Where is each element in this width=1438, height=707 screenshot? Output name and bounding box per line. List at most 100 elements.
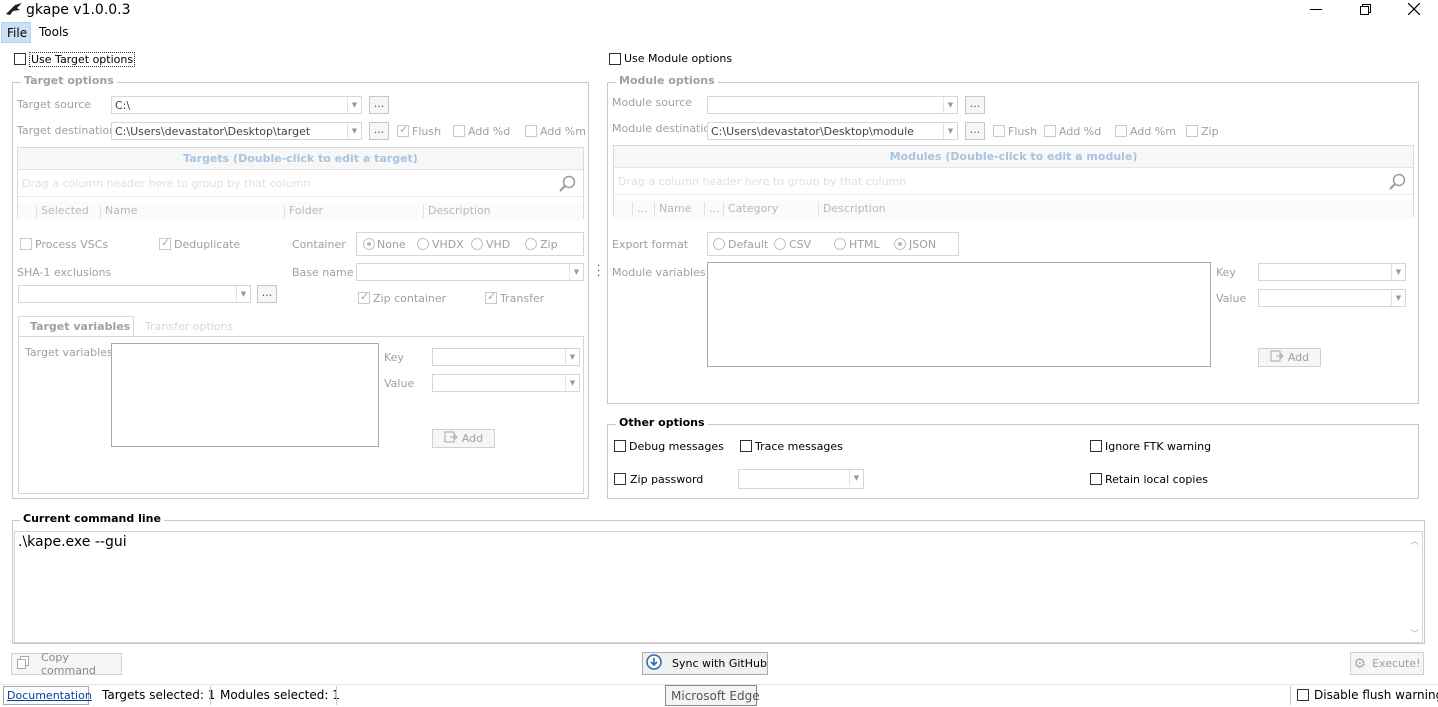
process-vscs-checkbox[interactable] — [20, 238, 32, 250]
chevron-down-icon: ▼ — [943, 97, 957, 113]
debug-messages-checkbox[interactable] — [614, 440, 626, 452]
status-separator — [336, 686, 337, 705]
other-options-title: Other options — [616, 416, 708, 429]
modules-grid-title: Modules (Double-click to edit a module) — [614, 146, 1413, 168]
target-destination-browse-button[interactable]: ... — [369, 122, 389, 140]
ignore-ftk-warning-label: Ignore FTK warning — [1105, 440, 1212, 453]
target-variables-list[interactable] — [111, 343, 379, 447]
chevron-down-icon: ▼ — [565, 375, 579, 391]
export-csv-radio[interactable] — [774, 238, 786, 250]
target-value-combo[interactable]: ▼ — [432, 374, 580, 392]
deduplicate-checkbox[interactable] — [159, 236, 171, 250]
modules-selected-status: Modules selected: 1 — [220, 688, 340, 702]
status-separator — [210, 686, 211, 705]
column-header[interactable]: Name — [100, 204, 286, 218]
search-icon[interactable] — [559, 175, 577, 196]
targets-grid[interactable]: Targets (Double-click to edit a target) … — [17, 147, 584, 220]
zip-password-checkbox[interactable] — [614, 473, 626, 485]
module-value-combo[interactable]: ▼ — [1258, 289, 1406, 307]
use-target-options-checkbox[interactable] — [14, 53, 26, 65]
column-header[interactable]: Name — [654, 202, 704, 216]
target-source-browse-button[interactable]: ... — [369, 96, 389, 114]
module-destination-browse-button[interactable]: ... — [965, 122, 985, 140]
execute-button[interactable]: ⚙ Execute! — [1350, 652, 1424, 675]
menu-tools[interactable]: Tools — [39, 25, 69, 39]
container-none-radio[interactable] — [363, 238, 375, 250]
use-module-options-checkbox[interactable] — [609, 53, 621, 65]
trace-messages-label: Trace messages — [755, 440, 843, 453]
restore-icon[interactable] — [1360, 4, 1371, 15]
column-header[interactable]: ... — [632, 202, 654, 216]
container-vhdx-radio[interactable] — [417, 238, 429, 250]
module-source-browse-button[interactable]: ... — [965, 96, 985, 114]
export-default-radio[interactable] — [713, 238, 725, 250]
sha1-browse-button[interactable]: ... — [257, 285, 277, 303]
column-header[interactable]: Folder — [284, 204, 424, 218]
modules-column-headers: ... Name ... Category Description — [614, 200, 1413, 218]
search-icon[interactable] — [1389, 173, 1407, 194]
export-json-radio[interactable] — [894, 238, 906, 250]
transfer-checkbox[interactable] — [485, 290, 497, 304]
tab-transfer-options[interactable]: Transfer options — [145, 320, 233, 333]
target-add-d-checkbox[interactable] — [453, 125, 465, 137]
splitter-handle-icon[interactable]: · · · — [597, 262, 600, 282]
module-options-title: Module options — [616, 74, 718, 87]
command-line-textbox[interactable]: .\kape.exe --gui ︿ ﹀ — [14, 531, 1423, 643]
module-key-combo[interactable]: ▼ — [1258, 263, 1406, 281]
target-key-combo[interactable]: ▼ — [432, 348, 580, 366]
scroll-up-icon[interactable]: ︿ — [1410, 534, 1419, 547]
trace-messages-checkbox[interactable] — [740, 440, 752, 452]
module-add-button[interactable]: Add — [1258, 348, 1321, 367]
module-variables-list[interactable] — [707, 262, 1211, 367]
container-label: Container — [292, 238, 346, 251]
copy-command-button[interactable]: Copy command — [11, 651, 122, 677]
zip-container-checkbox[interactable] — [358, 290, 370, 304]
copy-icon — [17, 656, 29, 672]
module-zip-checkbox[interactable] — [1186, 125, 1198, 137]
container-zip-radio[interactable] — [525, 238, 537, 250]
export-html-label: HTML — [849, 238, 880, 251]
target-value-label: Value — [384, 377, 415, 390]
gear-icon: ⚙ — [1353, 655, 1367, 672]
module-flush-checkbox[interactable] — [993, 125, 1005, 137]
column-header[interactable]: ... — [704, 202, 723, 216]
zip-password-combo[interactable]: ▼ — [738, 469, 864, 489]
column-header[interactable]: Selected — [36, 204, 100, 218]
ignore-ftk-warning-checkbox[interactable] — [1090, 440, 1102, 452]
column-header[interactable]: Description — [818, 202, 1398, 216]
sha1-exclusions-combo[interactable]: ▼ — [18, 285, 251, 303]
column-header[interactable]: Category — [723, 202, 818, 216]
command-line-text: .\kape.exe --gui — [18, 534, 127, 550]
status-separator — [1290, 686, 1291, 705]
disable-flush-warnings-checkbox[interactable] — [1297, 689, 1309, 701]
module-destination-combo[interactable]: C:\Users\devastator\Desktop\module ▼ — [707, 122, 958, 140]
target-source-combo[interactable]: C:\ ▼ — [111, 96, 362, 114]
modules-grid[interactable]: Modules (Double-click to edit a module) … — [613, 145, 1414, 218]
app-logo-icon — [5, 2, 23, 19]
retain-local-copies-checkbox[interactable] — [1090, 473, 1102, 485]
module-key-label: Key — [1216, 266, 1236, 279]
target-destination-label: Target destination — [17, 124, 117, 137]
module-add-d-checkbox[interactable] — [1044, 125, 1056, 137]
module-add-m-checkbox[interactable] — [1115, 125, 1127, 137]
export-json-label: JSON — [909, 238, 937, 251]
minimize-icon[interactable] — [1310, 9, 1322, 10]
column-header[interactable]: Description — [423, 204, 568, 218]
menu-file[interactable]: File — [1, 22, 31, 43]
chevron-down-icon: ▼ — [236, 286, 250, 302]
module-source-combo[interactable]: ▼ — [707, 96, 958, 114]
target-source-label: Target source — [17, 98, 92, 111]
scroll-down-icon[interactable]: ﹀ — [1410, 627, 1419, 640]
export-html-radio[interactable] — [834, 238, 846, 250]
target-add-button[interactable]: Add — [432, 429, 495, 448]
tab-target-variables[interactable]: Target variables — [18, 316, 134, 336]
target-flush-checkbox[interactable] — [397, 123, 409, 137]
target-add-m-checkbox[interactable] — [525, 125, 537, 137]
close-icon[interactable] — [1407, 2, 1421, 16]
documentation-link[interactable]: Documentation — [7, 689, 92, 702]
container-vhd-radio[interactable] — [471, 238, 483, 250]
base-name-combo[interactable]: ▼ — [356, 263, 584, 281]
chevron-down-icon: ▼ — [347, 123, 361, 139]
target-destination-combo[interactable]: C:\Users\devastator\Desktop\target ▼ — [111, 122, 362, 140]
sync-with-github-button[interactable]: Sync with GitHub — [642, 652, 768, 675]
